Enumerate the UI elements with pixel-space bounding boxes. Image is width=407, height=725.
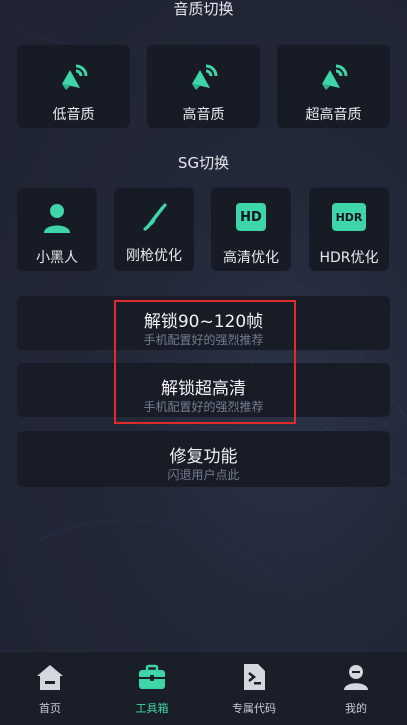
action-title: 解锁超高清 [161,379,246,399]
speaker-icon [321,64,347,90]
nav-item-home[interactable]: 首页 [10,652,90,725]
speaker-icon [61,64,87,90]
rifle-icon [143,203,167,231]
person-icon [44,204,70,233]
quality-option-low[interactable]: 低音质 [17,44,130,128]
action-title: 解锁90~120帧 [143,312,264,332]
quality-option-label: 超高音质 [305,107,362,123]
nav-label: 首页 [39,702,61,715]
sg-option-label: 小黑人 [36,250,78,266]
toolbox-icon [139,664,165,689]
sg-option-label: 刚枪优化 [126,248,182,264]
sg-section-title: SG切换 [177,154,230,172]
nav-item-toolbox[interactable]: 工具箱 [112,652,192,725]
sg-option-label: HDR优化 [319,250,379,266]
unlock-fps-button[interactable]: 解锁90~120帧 手机配置好的强烈推荐 [17,296,390,350]
quality-option-high[interactable]: 高音质 [147,44,260,128]
sg-option-rifle[interactable]: 刚枪优化 [114,187,194,271]
action-subtitle: 闪退用户点此 [167,468,240,482]
hd-badge-text: HD [240,209,262,225]
sg-option-hd[interactable]: HD 高清优化 [211,187,291,271]
action-title: 修复功能 [169,447,238,467]
repair-function-button[interactable]: 修复功能 闪退用户点此 [17,431,390,487]
hd-icon: HD [236,203,266,231]
sg-option-small-black-man[interactable]: 小黑人 [17,187,97,271]
hdr-badge-text: HDR [335,210,363,224]
speaker-icon [191,64,217,90]
profile-icon [344,665,368,690]
quality-section-title: 音质切换 [173,0,234,18]
nav-label: 我的 [345,702,367,715]
bottom-nav: 首页 工具箱 专属代码 我的 [0,651,407,725]
quality-option-label: 高音质 [182,107,225,123]
quality-option-ultra[interactable]: 超高音质 [277,44,390,128]
action-subtitle: 手机配置好的强烈推荐 [143,333,264,347]
hdr-icon: HDR [332,203,366,231]
sg-option-label: 高清优化 [223,250,279,266]
nav-item-profile[interactable]: 我的 [316,652,396,725]
code-file-icon [244,664,265,690]
quality-option-label: 低音质 [52,107,95,123]
nav-label: 专属代码 [232,702,276,715]
action-subtitle: 手机配置好的强烈推荐 [143,400,264,414]
nav-item-exclusive-code[interactable]: 专属代码 [214,652,294,725]
unlock-ultra-hd-button[interactable]: 解锁超高清 手机配置好的强烈推荐 [17,363,390,417]
nav-label: 工具箱 [135,702,169,715]
home-icon [37,665,63,690]
sg-option-hdr[interactable]: HDR HDR优化 [309,187,389,271]
